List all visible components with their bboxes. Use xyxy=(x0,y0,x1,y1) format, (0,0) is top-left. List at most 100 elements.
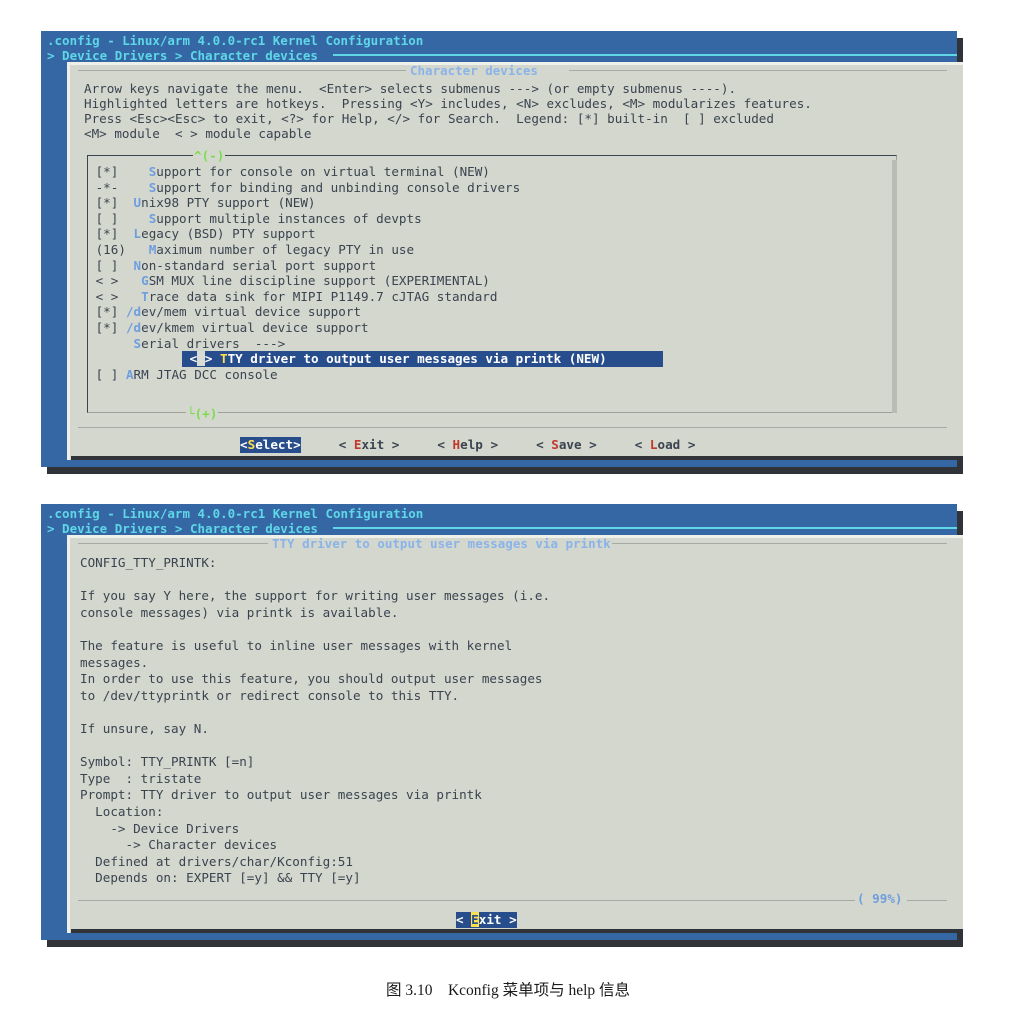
help-text-line xyxy=(80,572,940,589)
menu-item-state[interactable]: < > xyxy=(190,351,212,367)
button-prefix: < xyxy=(536,437,552,452)
help-text-line xyxy=(80,738,940,755)
menu-item-lead-pad xyxy=(182,351,190,366)
menu-item-hotkey: L xyxy=(133,226,142,242)
bottom-dialog-title-rule-right xyxy=(612,543,947,544)
menu-item-indent xyxy=(118,320,126,335)
help-text-line: Prompt: TTY driver to output user messag… xyxy=(80,787,482,803)
top-help-line-0: Arrow keys navigate the menu. <Enter> se… xyxy=(84,81,737,96)
help-text-line: to /dev/ttyprintk or redirect console to… xyxy=(80,687,460,703)
menu-item-indent xyxy=(118,367,126,382)
menu-item-state[interactable]: [ ] xyxy=(96,211,119,226)
top-button-bar[interactable]: <Select> < Exit > < Help > < Save > < Load > xyxy=(240,434,695,453)
menu-item-indent xyxy=(118,195,133,210)
menu-item-row[interactable]: [ ] ARM JTAG DCC console xyxy=(88,367,894,383)
button-prefix: < xyxy=(437,437,453,452)
menu-item-state[interactable]: [*] xyxy=(96,304,119,319)
bottom-button-bar[interactable]: < Exit > xyxy=(456,909,517,928)
menu-item-indent xyxy=(126,242,149,257)
menu-item-hotkey: A xyxy=(125,366,134,382)
bottom-window-title: .config - Linux/arm 4.0.0-rc1 Kernel Con… xyxy=(47,506,424,521)
menu-item-lead-pad xyxy=(88,336,96,351)
menu-item-row[interactable]: [*] Unix98 PTY support (NEW) xyxy=(88,195,894,211)
menu-item-label: aximum number of legacy PTY in use xyxy=(156,242,415,257)
help-text-line: Type : tristate xyxy=(80,770,202,786)
menu-item-selection-fill xyxy=(607,351,615,366)
help-text-line xyxy=(80,621,940,638)
menu-item-indent xyxy=(118,289,141,304)
menu-item-state[interactable]: (16) xyxy=(96,242,126,257)
bottom-dialog-title-rule-left xyxy=(78,543,268,544)
bottom-dialog-left-highlight xyxy=(67,535,70,933)
menu-item-lead-pad xyxy=(88,304,96,319)
menu-item-state[interactable]: [*] xyxy=(96,320,119,335)
menu-item-indent xyxy=(118,273,141,288)
menu-item-row[interactable]: [ ] Non-standard serial port support xyxy=(88,258,894,274)
help-text-line: console messages) via printk is availabl… xyxy=(80,604,399,620)
menu-item-state[interactable]: [*] xyxy=(96,226,119,241)
button-prefix: < xyxy=(240,437,248,452)
top-help-line-3: <M> module < > module capable xyxy=(84,126,312,141)
top-dialog-title-rule-right xyxy=(569,70,947,71)
menu-item-state[interactable]: [*] xyxy=(96,164,119,179)
button-h-2[interactable]: < Help > xyxy=(437,437,498,453)
menu-item-label: on-standard serial port support xyxy=(141,257,377,273)
menu-list[interactable]: [*] Support for console on virtual termi… xyxy=(88,164,894,404)
menu-item-lead-pad xyxy=(88,320,96,335)
help-text-line: If you say Y here, the support for writi… xyxy=(80,588,551,604)
button-e-0[interactable]: < Exit > xyxy=(456,912,517,928)
menu-item-row[interactable]: < > TTY driver to output user messages v… xyxy=(182,351,663,367)
menu-item-row[interactable]: -*- Support for binding and unbinding co… xyxy=(88,180,894,196)
menu-item-row[interactable]: [*] Legacy (BSD) PTY support xyxy=(88,226,894,242)
menu-item-label: ev/kmem virtual device support xyxy=(141,320,369,335)
button-label: elp > xyxy=(460,437,499,452)
menu-item-state[interactable] xyxy=(96,336,119,351)
menu-item-lead-pad xyxy=(88,273,96,288)
menu-item-row[interactable]: (16) Maximum number of legacy PTY in use xyxy=(88,242,894,258)
help-text-line: Depends on: EXPERT [=y] && TTY [=y] xyxy=(80,870,361,886)
menu-item-indent xyxy=(118,226,133,241)
menu-item-label: upport multiple instances of devpts xyxy=(156,210,422,226)
menu-item-row[interactable]: < > Trace data sink for MIPI P1149.7 cJT… xyxy=(88,289,894,305)
top-help-line-2: Press <Esc><Esc> to exit, <?> for Help, … xyxy=(84,111,774,126)
button-hotkey: L xyxy=(649,437,658,452)
menu-item-row[interactable]: [*] /dev/mem virtual device support xyxy=(88,304,894,320)
scroll-down-indicator[interactable]: └(+) xyxy=(186,406,219,422)
menu-item-label: erial drivers ---> xyxy=(141,335,286,351)
figure-caption: 图 3.10 Kconfig 菜单项与 help 信息 xyxy=(385,982,631,999)
top-breadcrumb-rule xyxy=(333,54,957,56)
button-prefix: < xyxy=(338,437,354,452)
scroll-up-indicator[interactable]: ^(-) xyxy=(193,148,226,164)
menu-item-label: upport for console on virtual terminal (… xyxy=(156,164,490,179)
top-dialog-title: Character devices xyxy=(410,63,538,78)
menu-item-label: ev/mem virtual device support xyxy=(141,304,361,320)
menu-item-indent xyxy=(212,351,220,366)
menu-item-state[interactable]: < > xyxy=(96,289,119,304)
menu-item-lead-pad xyxy=(88,226,96,241)
button-s-3[interactable]: < Save > xyxy=(536,437,597,453)
menu-item-state[interactable]: < > xyxy=(96,273,119,288)
help-text-line: messages. xyxy=(80,654,149,670)
menu-item-lead-pad xyxy=(88,289,96,304)
menu-item-row[interactable]: [*] Support for console on virtual termi… xyxy=(88,164,894,180)
menu-item-row[interactable]: [ ] Support multiple instances of devpts xyxy=(88,211,894,227)
menu-item-row[interactable]: [*] /dev/kmem virtual device support xyxy=(88,320,894,336)
button-l-4[interactable]: < Load > xyxy=(635,437,696,453)
menu-item-state[interactable]: -*- xyxy=(96,180,119,195)
bottom-dialog-bottom-shadow xyxy=(71,929,963,933)
button-label: oad > xyxy=(657,437,696,452)
top-window-title: .config - Linux/arm 4.0.0-rc1 Kernel Con… xyxy=(47,33,424,48)
bottom-window-breadcrumb: > Device Drivers > Character devices xyxy=(47,521,318,536)
button-s-0[interactable]: <Select> xyxy=(240,437,301,453)
menu-item-row[interactable]: < > GSM MUX line discipline support (EXP… xyxy=(88,273,894,289)
button-e-1[interactable]: < Exit > xyxy=(339,437,400,453)
menu-item-state[interactable]: [*] xyxy=(96,195,119,210)
menu-item-row[interactable]: Serial drivers ---> xyxy=(88,336,894,352)
menu-item-hotkey: S xyxy=(133,335,142,351)
menu-item-state[interactable]: [ ] xyxy=(96,367,119,382)
button-label: xit > xyxy=(478,912,517,927)
menu-cursor-block xyxy=(197,351,205,367)
top-window-breadcrumb: > Device Drivers > Character devices xyxy=(47,48,318,63)
menu-item-label: egacy (BSD) PTY support xyxy=(141,226,316,242)
menu-item-state[interactable]: [ ] xyxy=(96,258,119,273)
